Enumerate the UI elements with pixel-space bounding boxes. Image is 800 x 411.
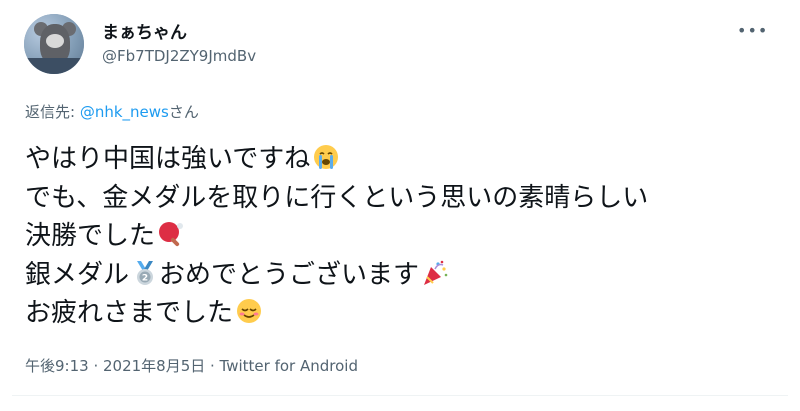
tweet-text: やはり中国は強いですね でも、金メダルを取りに行くという思いの素晴らしい 決勝で… (25, 140, 785, 333)
tweet-line-text: お疲れさまでした (25, 298, 234, 328)
avatar-base (24, 58, 84, 74)
avatar-face (46, 34, 64, 48)
reply-suffix: さん (168, 103, 199, 121)
party-popper-icon (421, 259, 449, 287)
more-options-icon[interactable]: ••• (737, 21, 768, 40)
silver-medal-icon: 2 (131, 259, 159, 287)
display-name[interactable]: まぁちゃん (102, 18, 187, 43)
reply-context: 返信先: @nhk_newsさん (25, 101, 199, 122)
tweet-line: お疲れさまでした (25, 294, 785, 333)
user-handle[interactable]: @Fb7TDJ2ZY9JmdBv (102, 47, 256, 65)
loudly-crying-face-icon (312, 143, 340, 171)
tweet-line-text: やはり中国は強いですね (25, 144, 311, 174)
reply-mention-link[interactable]: @nhk_news (80, 103, 169, 121)
tweet-line-text: おめでとうございます (159, 259, 420, 290)
divider (12, 395, 788, 396)
tweet-line-text: 銀メダル (25, 259, 130, 290)
tweet-line: でも、金メダルを取りに行くという思いの素晴らしい (25, 179, 785, 218)
tweet-line-text: でも、金メダルを取りに行くという思いの素晴らしい (25, 182, 649, 213)
reply-prefix: 返信先: (25, 103, 80, 121)
avatar[interactable] (24, 14, 84, 74)
svg-text:2: 2 (142, 273, 148, 283)
tweet-line: 銀メダル 2 おめでとうございます (25, 256, 785, 295)
tweet-timestamp[interactable]: 午後9:13 · 2021年8月5日 · Twitter for Android (25, 355, 358, 376)
ping-pong-paddle-icon (157, 220, 185, 248)
tweet-line-text: 決勝でした (25, 221, 156, 251)
tweet-line: 決勝でした (25, 217, 785, 256)
tweet-line: やはり中国は強いですね (25, 140, 785, 179)
relieved-face-icon (235, 297, 263, 325)
